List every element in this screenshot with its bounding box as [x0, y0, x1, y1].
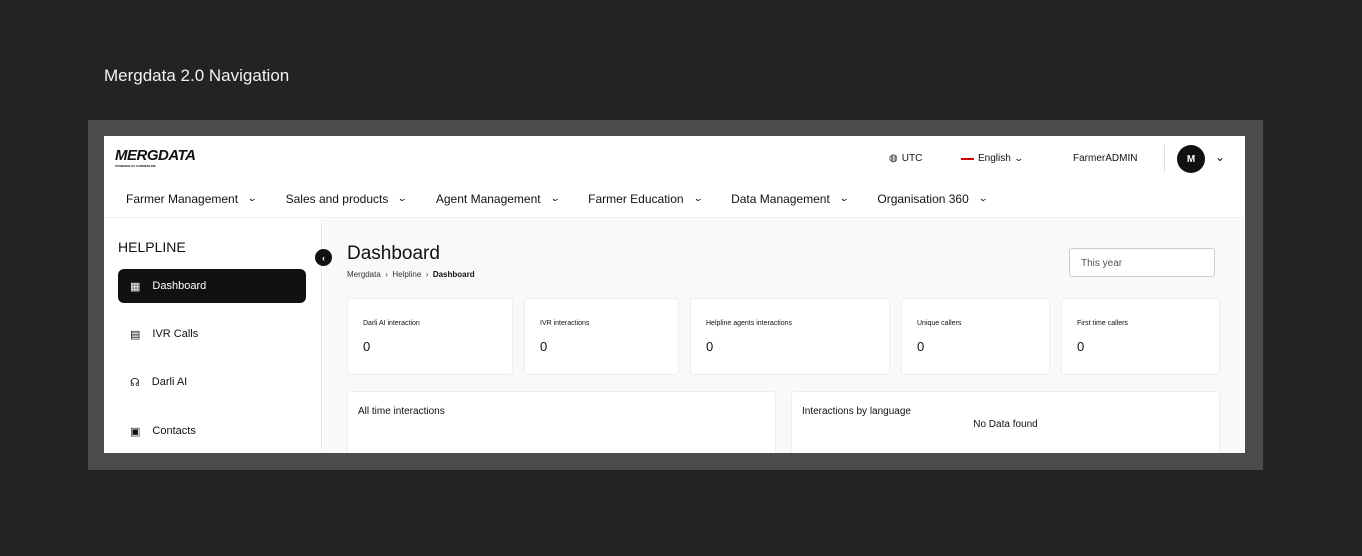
interactions-by-language-panel: Interactions by language No Data found	[791, 391, 1220, 453]
nav-organisation-360[interactable]: Organisation 360⌄	[877, 192, 986, 206]
timezone-label: UTC	[902, 153, 923, 164]
uk-flag-icon	[961, 155, 974, 163]
panel-title: Interactions by language	[802, 406, 1209, 417]
stat-value: 0	[363, 339, 370, 354]
chevron-left-icon: ‹	[322, 253, 325, 263]
page-title: Mergdata 2.0 Navigation	[104, 66, 289, 86]
contacts-icon: ▣	[130, 425, 140, 438]
stat-label: Helpline agents interactions	[706, 320, 792, 327]
period-select[interactable]: This year	[1069, 248, 1215, 277]
main-content: Dashboard Mergdata › Helpline › Dashboar…	[323, 219, 1245, 453]
nav-data-management[interactable]: Data Management⌄	[731, 192, 847, 206]
stat-card-unique-callers: Unique callers 0	[901, 298, 1050, 375]
nav-farmer-education[interactable]: Farmer Education⌄	[588, 192, 701, 206]
dashboard-icon: ▦	[130, 280, 140, 293]
account-menu-chevron-icon[interactable]: ⌄	[1215, 150, 1225, 164]
breadcrumb: Mergdata › Helpline › Dashboard	[347, 270, 475, 279]
sidebar: HELPLINE ▦ Dashboard ▤ IVR Calls ☊ Darli AI…	[104, 219, 322, 453]
stat-label: IVR interactions	[540, 320, 589, 327]
stat-value: 0	[706, 339, 713, 354]
language-label: English	[978, 153, 1011, 164]
chevron-down-icon: ⌄	[247, 193, 258, 204]
timezone-selector[interactable]: ◍ UTC	[889, 153, 922, 164]
stat-card-darli-ai: Darli AI interaction 0	[347, 298, 513, 375]
stat-value: 0	[1077, 339, 1084, 354]
no-data-message: No Data found	[802, 419, 1209, 430]
nav-farmer-management[interactable]: Farmer Management⌄	[126, 192, 256, 206]
panel-title: All time interactions	[358, 406, 765, 417]
chevron-down-icon: ⌄	[397, 193, 408, 204]
logo-tagline: POWERED BY FARMERLINE	[115, 164, 195, 168]
sidebar-item-label: Dashboard	[152, 280, 206, 292]
sidebar-item-ivr-calls[interactable]: ▤ IVR Calls	[118, 317, 306, 351]
stat-value: 0	[540, 339, 547, 354]
dashboard-title: Dashboard	[347, 243, 440, 265]
stat-card-ivr: IVR interactions 0	[524, 298, 679, 375]
avatar[interactable]: M	[1177, 145, 1205, 173]
breadcrumb-helpline[interactable]: Helpline	[392, 270, 421, 279]
sidebar-item-dashboard[interactable]: ▦ Dashboard	[118, 269, 306, 303]
nav-agent-management[interactable]: Agent Management⌄	[436, 192, 558, 206]
app-window: MERGDATAPOWERED BY FARMERLINE ◍ UTC Engli…	[104, 136, 1245, 453]
all-time-interactions-panel: All time interactions	[347, 391, 776, 453]
document-icon: ▤	[130, 328, 140, 341]
chevron-down-icon: ⌄	[1013, 153, 1024, 164]
chevron-down-icon: ⌄	[692, 193, 703, 204]
sidebar-heading: HELPLINE	[118, 239, 186, 255]
stat-card-first-time-callers: First time callers 0	[1061, 298, 1220, 375]
stat-label: Unique callers	[917, 320, 961, 327]
stat-card-helpline-agents: Helpline agents interactions 0	[690, 298, 890, 375]
nav-sales-and-products[interactable]: Sales and products⌄	[286, 192, 406, 206]
chevron-down-icon: ⌄	[838, 193, 849, 204]
sidebar-item-contacts[interactable]: ▣ Contacts	[118, 414, 306, 448]
ai-icon: ☊	[130, 376, 140, 389]
username: FarmerADMIN	[1073, 153, 1137, 164]
sidebar-item-label: Contacts	[152, 425, 195, 437]
collapse-sidebar-button[interactable]: ‹	[315, 249, 332, 266]
breadcrumb-mergdata[interactable]: Mergdata	[347, 270, 381, 279]
stat-value: 0	[917, 339, 924, 354]
sidebar-item-darli-ai[interactable]: ☊ Darli AI	[118, 365, 306, 399]
language-selector[interactable]: English⌄	[961, 153, 1022, 164]
divider	[1164, 145, 1165, 172]
sidebar-item-label: IVR Calls	[152, 328, 198, 340]
sidebar-item-label: Darli AI	[152, 376, 187, 388]
stat-label: First time callers	[1077, 320, 1128, 327]
breadcrumb-dashboard: Dashboard	[433, 270, 475, 279]
logo[interactable]: MERGDATAPOWERED BY FARMERLINE	[115, 147, 195, 168]
logo-text: MERGDATA	[115, 147, 195, 164]
chevron-down-icon: ⌄	[549, 193, 560, 204]
stat-label: Darli AI interaction	[363, 320, 420, 327]
globe-icon: ◍	[889, 153, 898, 164]
chevron-down-icon: ⌄	[977, 193, 988, 204]
main-nav: Farmer Management⌄ Sales and products⌄ A…	[104, 180, 1245, 218]
